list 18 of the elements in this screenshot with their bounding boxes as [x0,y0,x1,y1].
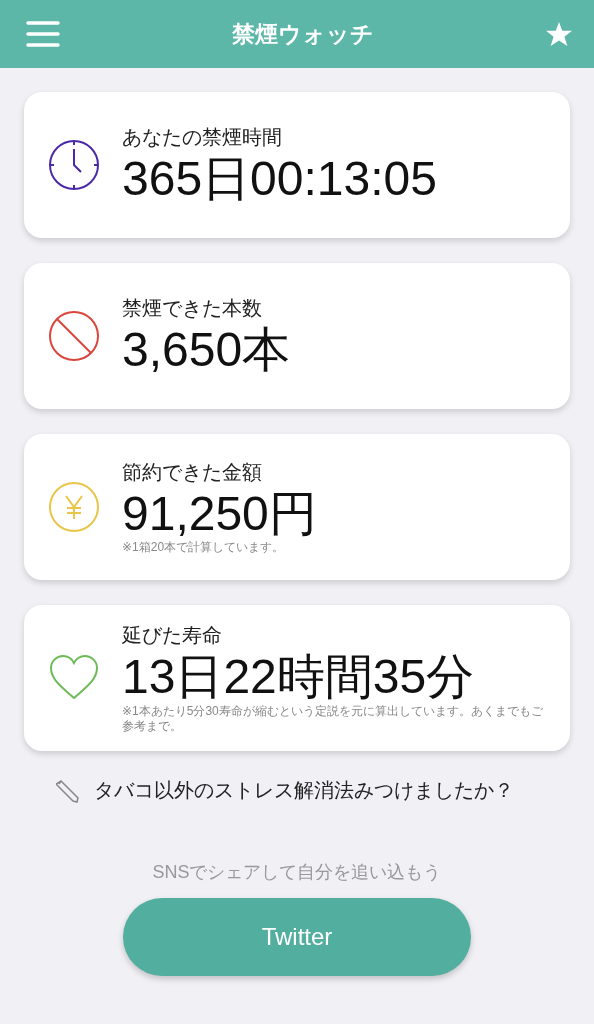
pencil-icon [56,778,80,803]
stat-value: 13日22時間35分 [122,651,476,704]
stat-label: 節約できた金額 [122,459,263,485]
stat-label: 禁煙できた本数 [122,296,263,322]
tip-link[interactable]: タバコ以外のストレス解消法みつけましたか？ [94,777,514,804]
stat-label: あなたの禁煙時間 [122,125,283,151]
stat-note: ※1本あたり5分30寿命が縮むという定説を元に算出しています。あくまでもご参考まで。 [122,703,544,734]
stat-note: ※1箱20本で計算しています。 [122,540,286,556]
stat-value: 91,250円 [122,487,318,541]
menu-button[interactable] [26,21,60,47]
favorite-button[interactable] [546,21,572,47]
app-title: 禁煙ウォッチ [232,19,374,49]
stat-value: 3,650本 [122,324,292,377]
share-caption: SNSでシェアして自分を追い込もう [152,861,442,884]
stat-value: 365日00:13:05 [122,153,438,206]
stat-label: 延びた寿命 [122,623,223,649]
star-icon [546,21,572,47]
menu-icon [26,21,60,47]
